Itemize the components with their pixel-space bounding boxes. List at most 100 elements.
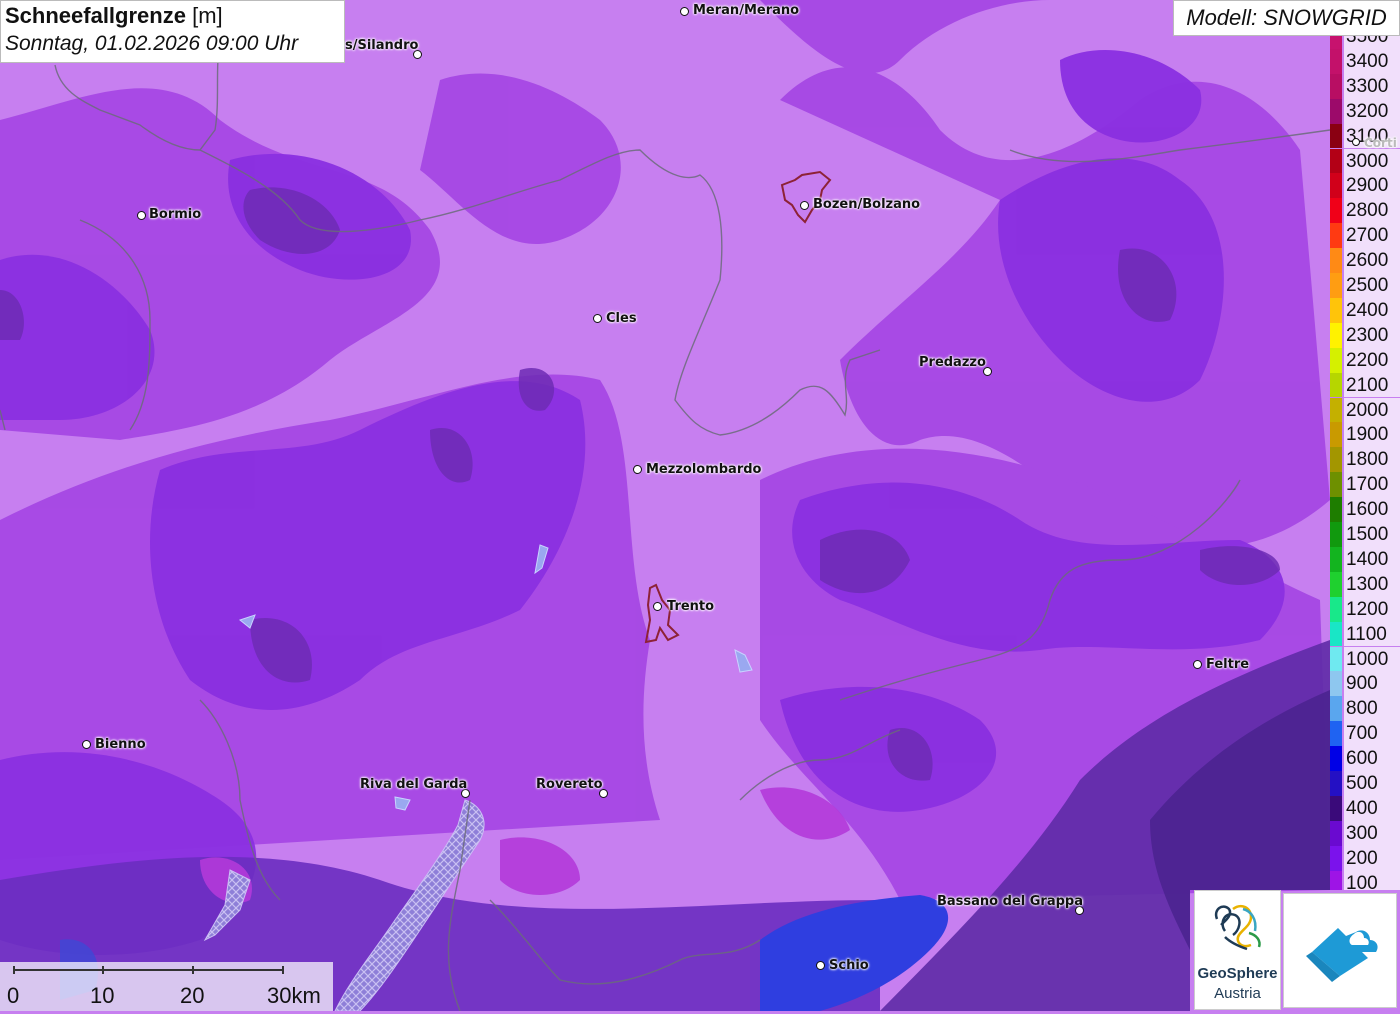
legend-label: 1000	[1344, 646, 1400, 672]
legend-item: 1700	[1328, 472, 1400, 498]
legend-label: 2300	[1344, 322, 1400, 348]
legend-label: 3500	[1344, 36, 1400, 49]
legend-label: 3400	[1344, 48, 1400, 74]
legend-swatch	[1330, 248, 1342, 273]
scale-label-0: 0	[7, 983, 20, 1008]
geosphere-name: GeoSphere	[1197, 965, 1278, 982]
legend-item: 2200	[1328, 347, 1400, 373]
legend-label: 2600	[1344, 248, 1400, 273]
legend-swatch	[1330, 546, 1342, 572]
city-label-predazzo: Predazzo	[919, 355, 986, 370]
legend-swatch	[1330, 721, 1342, 747]
legend-item: 1500	[1328, 522, 1400, 547]
legend-swatch	[1330, 820, 1342, 846]
map-datetime: Sonntag, 01.02.2026 09:00 Uhr	[5, 32, 299, 55]
city-label-riva: Riva del Garda	[360, 777, 468, 792]
legend-item: 600	[1328, 746, 1400, 771]
legend-label: 2000	[1344, 397, 1400, 423]
legend-item: 2900	[1328, 173, 1400, 199]
legend-swatch	[1330, 36, 1342, 49]
legend-item: 100	[1328, 870, 1400, 890]
city-marker	[137, 211, 146, 220]
legend-label: 300	[1344, 820, 1400, 846]
legend-item: 3400	[1328, 48, 1400, 74]
weather-app-logo[interactable]	[1283, 893, 1397, 1008]
legend-swatch	[1330, 771, 1342, 796]
legend-swatch	[1330, 48, 1342, 74]
city-marker	[593, 314, 602, 323]
legend-item: 2400	[1328, 297, 1400, 323]
legend-item: 2800	[1328, 198, 1400, 224]
city-label-silandro: s/Silandro	[345, 38, 419, 53]
legend-label: 2700	[1344, 223, 1400, 249]
legend-swatch	[1330, 671, 1342, 697]
legend-item: 900	[1328, 671, 1400, 697]
legend-swatch	[1330, 422, 1342, 448]
legend-label: 1300	[1344, 571, 1400, 597]
legend-label: 1400	[1344, 546, 1400, 572]
map-title-box: Schneefallgrenze [m] Sonntag, 01.02.2026…	[0, 0, 345, 63]
legend-label: 2200	[1344, 347, 1400, 373]
legend-label: 1800	[1344, 447, 1400, 473]
legend-item: 1800	[1328, 447, 1400, 473]
map-unit: [m]	[192, 3, 223, 28]
legend-swatch	[1330, 447, 1342, 473]
legend-swatch	[1330, 845, 1342, 871]
legend-swatch	[1330, 73, 1342, 99]
city-label-schio: Schio	[829, 958, 869, 973]
legend-label: 3300	[1344, 73, 1400, 99]
model-label: Modell: SNOWGRID	[1173, 0, 1400, 36]
snowfall-line-map	[0, 0, 1400, 1011]
city-label-meran: Meran/Merano	[693, 3, 800, 18]
legend-label: 1200	[1344, 596, 1400, 622]
city-label-bienno: Bienno	[95, 737, 146, 752]
legend-label: 1100	[1344, 621, 1400, 647]
legend-item: 300	[1328, 820, 1400, 846]
legend-item: 1000	[1328, 646, 1400, 672]
city-label-bozen: Bozen/Bolzano	[813, 197, 921, 212]
legend-item: 2700	[1328, 223, 1400, 249]
map-title: Schneefallgrenze	[5, 3, 186, 28]
legend-label: 2100	[1344, 372, 1400, 398]
scale-bar: 0 10 20 30km	[0, 962, 333, 1011]
city-label-cles: Cles	[606, 311, 637, 326]
legend-label: 2900	[1344, 173, 1400, 199]
legend-swatch	[1330, 696, 1342, 722]
legend-label: 200	[1344, 845, 1400, 871]
scale-label-10: 10	[90, 983, 115, 1008]
scale-label-30km: 30km	[267, 983, 321, 1008]
legend-label: 600	[1344, 746, 1400, 771]
city-marker	[653, 602, 662, 611]
legend-swatch	[1330, 397, 1342, 423]
legend-swatch	[1330, 148, 1342, 174]
legend-item: 2100	[1328, 372, 1400, 398]
legend-label: 1600	[1344, 497, 1400, 522]
city-marker	[816, 961, 825, 970]
legend-swatch	[1330, 497, 1342, 522]
legend-item: 400	[1328, 795, 1400, 821]
city-marker	[800, 201, 809, 210]
legend-item: 3000	[1328, 148, 1400, 174]
legend-label: 2500	[1344, 273, 1400, 298]
city-label-bormio: Bormio	[149, 207, 202, 222]
legend-item: 700	[1328, 721, 1400, 747]
legend-swatch	[1330, 596, 1342, 622]
legend-swatch	[1330, 223, 1342, 249]
geosphere-austria-logo[interactable]: GeoSphere Austria	[1194, 890, 1281, 1010]
legend-swatch	[1330, 297, 1342, 323]
legend-swatch	[1330, 795, 1342, 821]
legend-item: 1200	[1328, 596, 1400, 622]
legend-item: 800	[1328, 696, 1400, 722]
legend-swatch	[1330, 123, 1342, 149]
legend-item: 1600	[1328, 497, 1400, 522]
legend-label: 100	[1344, 870, 1400, 890]
legend-label: 2400	[1344, 297, 1400, 323]
legend-label: 3200	[1344, 98, 1400, 124]
legend-swatch	[1330, 646, 1342, 672]
legend-label: 1700	[1344, 472, 1400, 498]
legend-swatch	[1330, 322, 1342, 348]
legend-item: 2600	[1328, 248, 1400, 273]
legend-swatch	[1330, 98, 1342, 124]
legend-swatch	[1330, 522, 1342, 547]
legend-swatch	[1330, 472, 1342, 498]
